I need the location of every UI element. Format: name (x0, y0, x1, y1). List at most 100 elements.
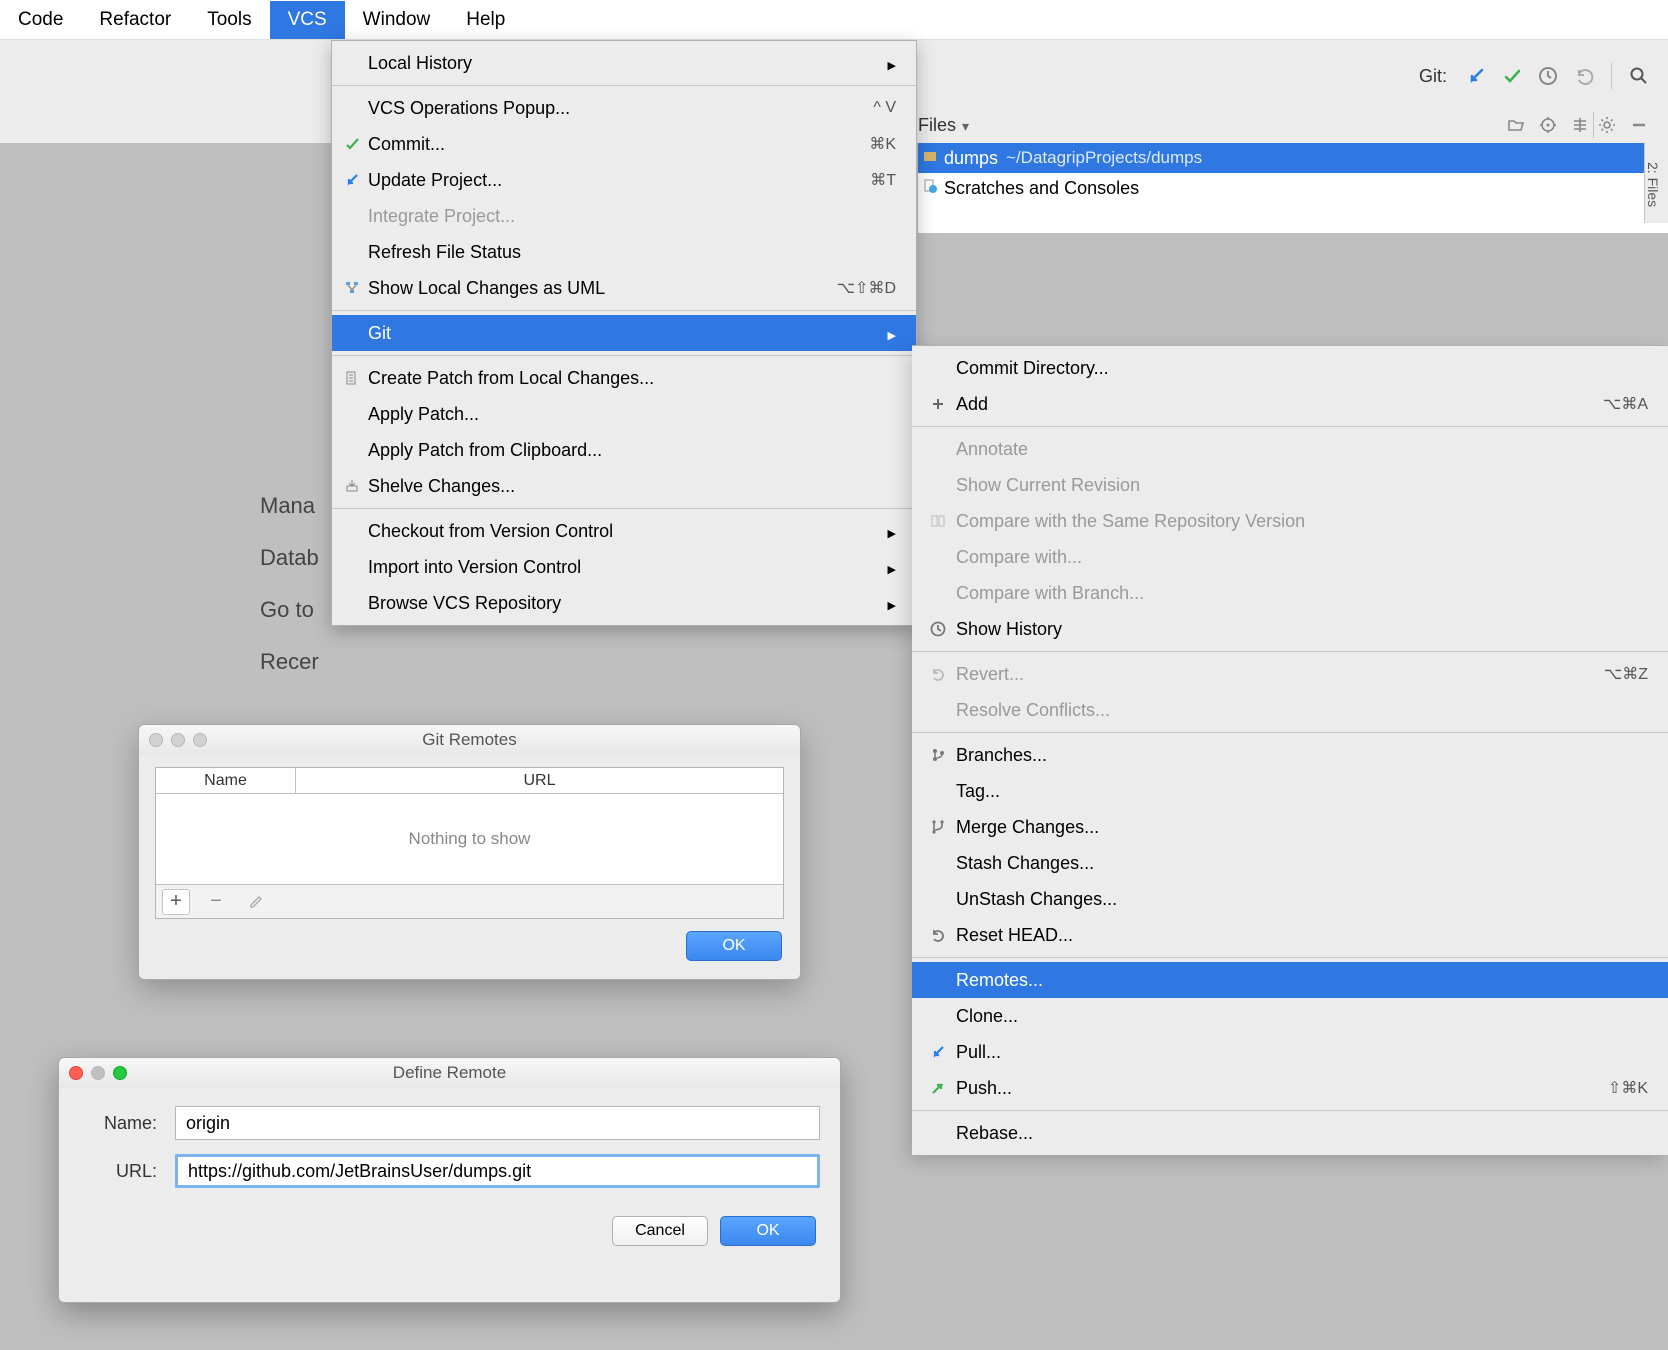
gi-merge[interactable]: Merge Changes... (912, 809, 1668, 845)
mi-update-project[interactable]: Update Project...⌘T (332, 162, 916, 198)
files-panel-label[interactable]: Files (918, 115, 956, 136)
menu-refactor[interactable]: Refactor (81, 1, 189, 39)
gi-compare-branch: Compare with Branch... (912, 575, 1668, 611)
gi-reset-head[interactable]: Reset HEAD... (912, 917, 1668, 953)
url-field[interactable] (175, 1154, 820, 1188)
reset-icon (928, 927, 948, 943)
git-submenu: Commit Directory... Add⌥⌘A Annotate Show… (912, 345, 1668, 1155)
mi-browse-vcs-repo[interactable]: Browse VCS Repository (332, 585, 916, 621)
col-header-name[interactable]: Name (156, 768, 296, 793)
name-field[interactable] (175, 1106, 820, 1140)
gear-icon[interactable] (1596, 114, 1618, 136)
traffic-min-icon[interactable] (91, 1066, 105, 1080)
mi-checkout-vc[interactable]: Checkout from Version Control (332, 513, 916, 549)
triangle-right-icon (888, 557, 896, 578)
gi-annotate: Annotate (912, 431, 1668, 467)
menu-help[interactable]: Help (448, 1, 523, 39)
gi-commit-directory[interactable]: Commit Directory... (912, 350, 1668, 386)
gi-revert: Revert...⌥⌘Z (912, 656, 1668, 692)
folder-icon (922, 148, 938, 169)
collapse-icon[interactable] (1569, 114, 1591, 136)
side-tab-files[interactable]: 2: Files (1644, 143, 1668, 223)
gi-clone[interactable]: Clone... (912, 998, 1668, 1034)
remotes-ok-button[interactable]: OK (686, 931, 782, 961)
chevron-down-icon[interactable] (962, 115, 969, 136)
menu-tools[interactable]: Tools (189, 1, 269, 39)
define-form: Name: URL: (59, 1088, 840, 1188)
revert-icon (928, 666, 948, 682)
open-icon[interactable] (1505, 114, 1527, 136)
gi-tag[interactable]: Tag... (912, 773, 1668, 809)
mi-shelve-changes[interactable]: Shelve Changes... (332, 468, 916, 504)
update-icon[interactable] (1465, 65, 1487, 87)
patch-icon (342, 371, 362, 385)
mi-show-local-changes-uml[interactable]: Show Local Changes as UML⌥⇧⌘D (332, 270, 916, 306)
traffic-close-icon[interactable] (149, 733, 163, 747)
history-icon[interactable] (1537, 65, 1559, 87)
git-label: Git: (1419, 66, 1447, 87)
mi-integrate-project: Integrate Project... (332, 198, 916, 234)
scratches-icon (922, 178, 938, 199)
triangle-right-icon (888, 521, 896, 542)
mi-refresh-file-status[interactable]: Refresh File Status (332, 234, 916, 270)
gi-resolve-conflicts: Resolve Conflicts... (912, 692, 1668, 728)
mi-apply-patch-clipboard[interactable]: Apply Patch from Clipboard... (332, 432, 916, 468)
url-label: URL: (79, 1161, 175, 1182)
menu-window[interactable]: Window (345, 1, 449, 39)
gi-add[interactable]: Add⌥⌘A (912, 386, 1668, 422)
commit-icon[interactable] (1501, 65, 1523, 87)
gi-remotes[interactable]: Remotes... (912, 962, 1668, 998)
shortcut-text: ⌘T (870, 170, 896, 190)
welcome-line: Go to (260, 584, 319, 636)
gi-pull[interactable]: Pull... (912, 1034, 1668, 1070)
dialog-title: Define Remote (393, 1063, 506, 1083)
mi-import-vc[interactable]: Import into Version Control (332, 549, 916, 585)
cancel-button[interactable]: Cancel (612, 1216, 708, 1246)
vcs-dropdown: Local History VCS Operations Popup...^ V… (331, 40, 917, 626)
traffic-max-icon[interactable] (113, 1066, 127, 1080)
gi-unstash[interactable]: UnStash Changes... (912, 881, 1668, 917)
project-tree: dumps ~/DatagripProjects/dumps Scratches… (918, 143, 1668, 233)
mi-commit[interactable]: Commit...⌘K (332, 126, 916, 162)
menu-code[interactable]: Code (0, 1, 81, 39)
tree-root-name: dumps (944, 148, 998, 169)
mi-create-patch[interactable]: Create Patch from Local Changes... (332, 360, 916, 396)
mi-git[interactable]: Git (332, 315, 916, 351)
traffic-min-icon[interactable] (171, 733, 185, 747)
traffic-close-icon[interactable] (69, 1066, 83, 1080)
uml-icon (342, 280, 362, 296)
remove-remote-button[interactable]: − (202, 889, 230, 915)
name-label: Name: (79, 1113, 175, 1134)
add-remote-button[interactable]: + (162, 889, 190, 915)
col-header-url[interactable]: URL (296, 768, 783, 793)
traffic-lights (149, 733, 207, 747)
mi-vcs-ops-popup[interactable]: VCS Operations Popup...^ V (332, 90, 916, 126)
revert-icon[interactable] (1573, 65, 1595, 87)
gi-stash[interactable]: Stash Changes... (912, 845, 1668, 881)
minimize-icon[interactable] (1628, 114, 1650, 136)
files-panel-header: Files (918, 108, 1650, 142)
tree-row-root[interactable]: dumps ~/DatagripProjects/dumps (918, 143, 1668, 173)
search-icon[interactable] (1628, 65, 1650, 87)
mi-apply-patch[interactable]: Apply Patch... (332, 396, 916, 432)
target-icon[interactable] (1537, 114, 1559, 136)
gi-rebase[interactable]: Rebase... (912, 1115, 1668, 1151)
dialog-titlebar: Define Remote (59, 1058, 840, 1088)
gi-push[interactable]: Push...⇧⌘K (912, 1070, 1668, 1106)
ok-button[interactable]: OK (720, 1216, 816, 1246)
traffic-max-icon[interactable] (193, 733, 207, 747)
welcome-line: Mana (260, 480, 319, 532)
gi-show-current-rev: Show Current Revision (912, 467, 1668, 503)
update-arrow-icon (342, 172, 362, 188)
push-icon (928, 1080, 948, 1096)
welcome-line: Datab (260, 532, 319, 584)
gi-branches[interactable]: Branches... (912, 737, 1668, 773)
gi-show-history[interactable]: Show History (912, 611, 1668, 647)
mi-local-history[interactable]: Local History (332, 45, 916, 81)
edit-remote-button[interactable] (242, 889, 270, 915)
dialog-titlebar: Git Remotes (139, 725, 800, 755)
commit-check-icon (342, 136, 362, 152)
menu-vcs[interactable]: VCS (270, 1, 345, 39)
tree-row-scratches[interactable]: Scratches and Consoles (918, 173, 1668, 203)
shortcut-text: ⌥⌘A (1603, 394, 1648, 414)
